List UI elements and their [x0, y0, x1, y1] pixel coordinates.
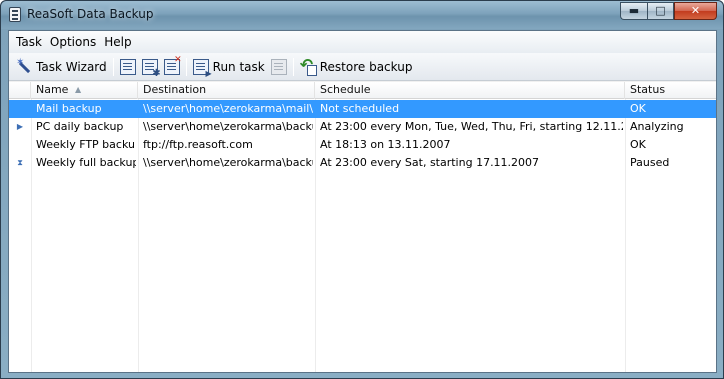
row-icon: [9, 100, 31, 118]
row-name: Weekly full backup: [36, 156, 136, 169]
row-schedule: Not scheduled: [320, 102, 400, 115]
row-icon: [9, 136, 31, 154]
row-schedule: At 18:13 on 13.11.2007: [320, 138, 451, 151]
row-schedule: At 23:00 every Mon, Tue, Wed, Thu, Fri, …: [320, 120, 623, 133]
column-header-status[interactable]: Status: [625, 82, 716, 99]
running-icon: ▶: [16, 122, 24, 131]
list-header: Name ▲ Destination Schedule Status: [9, 82, 716, 99]
row-name: Mail backup: [36, 102, 102, 115]
task-list[interactable]: Name ▲ Destination Schedule Status Mail …: [9, 82, 716, 372]
table-row[interactable]: Weekly FTP backup ftp://ftp.reasoft.com At…: [9, 136, 716, 154]
table-row[interactable]: Mail backup \\server\home\zerokarma\mail\…: [9, 100, 716, 118]
row-destination: \\server\home\zerokarma\backup\: [143, 120, 313, 133]
maximize-button[interactable]: □: [647, 2, 674, 20]
menu-bar: Task Options Help: [9, 31, 716, 53]
stop-task-icon: [270, 58, 287, 75]
row-name: Weekly FTP backup: [36, 138, 136, 151]
row-destination: ftp://ftp.reasoft.com: [143, 138, 253, 151]
edit-task-icon: [119, 58, 136, 75]
menu-options[interactable]: Options: [50, 35, 103, 49]
task-wizard-button[interactable]: Task Wizard: [13, 56, 110, 78]
table-row[interactable]: ▶ PC daily backup \\server\home\zerokarma\…: [9, 118, 716, 136]
wand-icon: [16, 57, 32, 75]
column-header-destination[interactable]: Destination: [138, 82, 315, 99]
restore-backup-label: Restore backup: [319, 59, 413, 74]
row-destination: \\server\home\zerokarma\backup\: [143, 156, 313, 169]
column-header-schedule[interactable]: Schedule: [315, 82, 625, 99]
restore-backup-button[interactable]: Restore backup: [297, 55, 416, 78]
delete-task-button[interactable]: [161, 55, 183, 78]
task-wizard-label: Task Wizard: [36, 59, 107, 74]
toolbar: Task Wizard Run task Rest: [9, 53, 716, 81]
row-status: OK: [630, 102, 646, 115]
paused-icon: ⧗: [17, 158, 23, 167]
table-row[interactable]: ⧗ Weekly full backup \\server\home\zerokar…: [9, 154, 716, 172]
task-properties-icon: [141, 58, 161, 79]
row-schedule: At 23:00 every Sat, starting 17.11.2007: [320, 156, 540, 169]
row-destination: \\server\home\zerokarma\mail\: [143, 102, 313, 115]
run-task-button[interactable]: Run task: [190, 56, 268, 78]
title-bar[interactable]: ReaSoft Data Backup ▬ □ ✕: [1, 1, 723, 29]
app-window: ReaSoft Data Backup ▬ □ ✕ Task Options H…: [0, 0, 724, 379]
window-title: ReaSoft Data Backup: [27, 7, 154, 21]
row-status: OK: [630, 138, 646, 151]
column-header-name-label: Name: [36, 83, 69, 96]
app-icon: [9, 7, 21, 22]
toolbar-separator: [292, 57, 294, 76]
stop-task-button[interactable]: [268, 56, 290, 78]
row-status: Analyzing: [630, 120, 684, 133]
edit-task-button[interactable]: [117, 56, 139, 78]
minimize-button[interactable]: ▬: [620, 2, 647, 20]
sort-ascending-icon: ▲: [75, 85, 82, 94]
delete-task-icon: [163, 55, 182, 75]
row-name: PC daily backup: [36, 120, 124, 133]
client-area: Task Options Help Task Wizard Run task: [8, 30, 717, 373]
row-status: Paused: [630, 156, 670, 169]
close-button[interactable]: ✕: [674, 2, 717, 20]
restore-icon: [300, 55, 317, 76]
toolbar-separator: [112, 57, 114, 76]
menu-task[interactable]: Task: [16, 35, 49, 49]
run-task-label: Run task: [212, 59, 265, 74]
toolbar-separator: [185, 57, 187, 76]
column-header-name[interactable]: Name ▲: [31, 82, 138, 99]
task-properties-button[interactable]: [139, 56, 161, 79]
menu-help[interactable]: Help: [104, 35, 138, 49]
caption-buttons: ▬ □ ✕: [620, 2, 717, 20]
column-header-icon[interactable]: [9, 82, 31, 99]
run-task-icon: [192, 58, 212, 78]
